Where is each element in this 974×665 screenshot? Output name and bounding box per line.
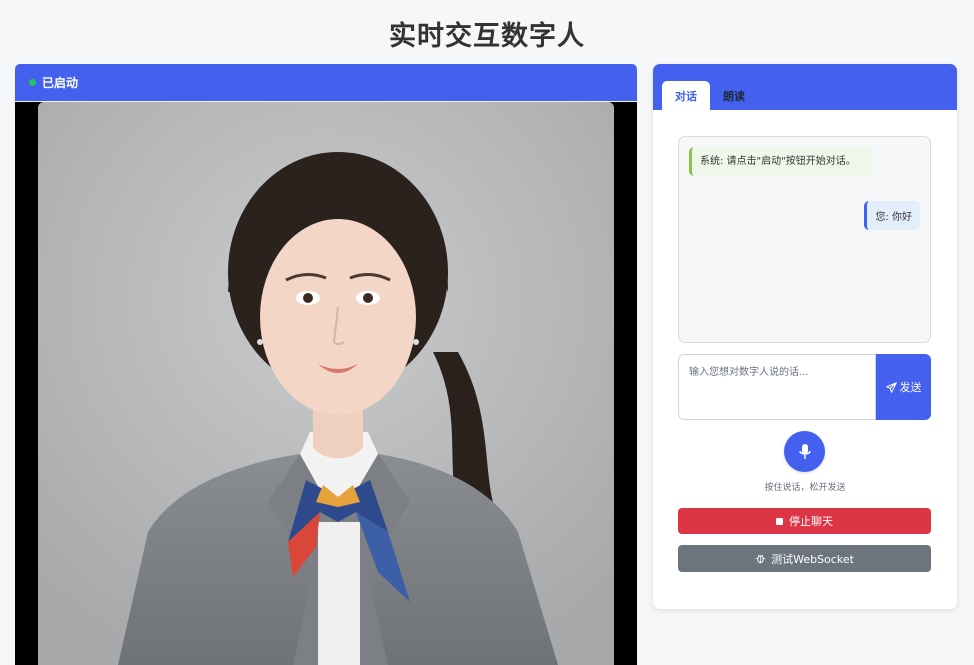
stop-icon xyxy=(776,517,783,525)
message-list[interactable]: 系统: 请点击"启动"按钮开始对话。 您: 你好 xyxy=(678,136,931,343)
send-button[interactable]: 发送 xyxy=(876,354,931,420)
chat-panel: 对话 朗读 系统: 请点击"启动"按钮开始对话。 您: 你好 发送 按住说话，松… xyxy=(653,64,957,609)
microphone-icon xyxy=(798,443,811,459)
paper-plane-icon xyxy=(885,381,897,393)
status-dot-icon xyxy=(29,79,36,86)
stop-chat-button[interactable]: 停止聊天 xyxy=(678,508,931,534)
page-title: 实时交互数字人 xyxy=(389,21,585,52)
digital-human-video xyxy=(38,102,614,665)
video-stream xyxy=(15,102,637,665)
tab-read-aloud[interactable]: 朗读 xyxy=(710,81,758,110)
mic-hint: 按住说话，松开发送 xyxy=(764,483,846,493)
mic-button[interactable] xyxy=(784,431,825,472)
tab-dialogue[interactable]: 对话 xyxy=(662,81,710,110)
send-label: 发送 xyxy=(899,381,922,394)
digital-human-portrait xyxy=(38,102,614,665)
stop-label: 停止聊天 xyxy=(789,515,833,528)
video-panel: 已启动 xyxy=(15,64,637,665)
user-message: 您: 你好 xyxy=(864,201,920,230)
message-input[interactable] xyxy=(678,354,876,420)
test-websocket-button[interactable]: 测试WebSocket xyxy=(678,545,931,572)
message-input-row: 发送 xyxy=(678,354,931,420)
test-label: 测试WebSocket xyxy=(771,552,854,566)
status-label: 已启动 xyxy=(42,76,79,90)
bug-icon xyxy=(755,554,766,564)
system-message: 系统: 请点击"启动"按钮开始对话。 xyxy=(689,147,873,176)
video-status-bar: 已启动 xyxy=(15,64,637,101)
chat-tab-bar: 对话 朗读 xyxy=(653,64,957,110)
